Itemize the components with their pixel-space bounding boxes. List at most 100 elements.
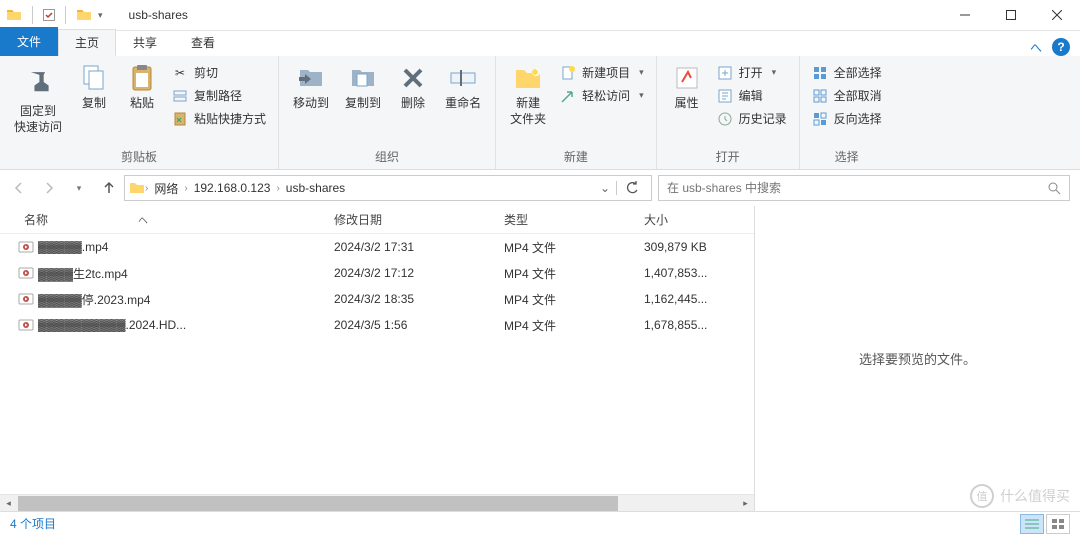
ribbon-group-open: 属性 打开▾ 编辑 历史记录 打开	[657, 56, 800, 169]
col-size[interactable]: 大小	[638, 211, 748, 228]
properties-icon	[671, 62, 703, 94]
edit-button[interactable]: 编辑	[713, 85, 791, 106]
close-button[interactable]	[1034, 0, 1080, 31]
copy-to-button[interactable]: 复制到	[339, 60, 387, 114]
group-label-select: 选择	[808, 146, 886, 167]
content-area: 名称ヘ 修改日期 类型 大小 ▓▓▓▓▓.mp42024/3/2 17:31MP…	[0, 206, 1080, 511]
scissors-icon: ✂	[172, 65, 188, 81]
video-file-icon	[18, 265, 38, 281]
cut-button[interactable]: ✂剪切	[168, 62, 270, 83]
search-input[interactable]	[667, 181, 1041, 195]
search-icon[interactable]	[1047, 181, 1061, 195]
icons-view-button[interactable]	[1046, 514, 1070, 534]
easy-access-button[interactable]: 轻松访问▾	[556, 85, 648, 106]
open-icon	[717, 65, 733, 81]
file-type: MP4 文件	[498, 265, 638, 282]
preview-pane: 选择要预览的文件。	[755, 206, 1080, 511]
col-type[interactable]: 类型	[498, 211, 638, 228]
collapse-ribbon-icon[interactable]: へ	[1030, 39, 1042, 56]
file-type: MP4 文件	[498, 317, 638, 334]
column-headers: 名称ヘ 修改日期 类型 大小	[0, 206, 754, 234]
separator	[65, 6, 66, 24]
folder-icon	[129, 180, 145, 196]
select-none-button[interactable]: 全部取消	[808, 85, 886, 106]
forward-button[interactable]	[40, 179, 58, 197]
tab-view[interactable]: 查看	[174, 29, 232, 56]
move-to-button[interactable]: 移动到	[287, 60, 335, 114]
open-button[interactable]: 打开▾	[713, 62, 791, 83]
delete-button[interactable]: 删除	[391, 60, 435, 114]
rename-button[interactable]: 重命名	[439, 60, 487, 114]
copy-to-icon	[347, 62, 379, 94]
table-row[interactable]: ▓▓▓▓▓.mp42024/3/2 17:31MP4 文件309,879 KB	[0, 234, 754, 260]
scroll-thumb[interactable]	[18, 496, 618, 511]
help-icon[interactable]: ?	[1052, 38, 1070, 56]
easy-access-icon	[560, 88, 576, 104]
new-item-button[interactable]: 新建项目▾	[556, 62, 648, 83]
quick-access-toolbar: ▾	[0, 6, 109, 24]
group-label-clipboard: 剪贴板	[8, 146, 270, 167]
table-row[interactable]: ▓▓▓▓▓停.2023.mp42024/3/2 18:35MP4 文件1,162…	[0, 286, 754, 312]
ribbon-group-organize: 移动到 复制到 删除 重命名 组织	[279, 56, 496, 169]
video-file-icon	[18, 291, 38, 307]
file-type: MP4 文件	[498, 291, 638, 308]
file-size: 1,407,853...	[638, 266, 748, 280]
file-rows: ▓▓▓▓▓.mp42024/3/2 17:31MP4 文件309,879 KB▓…	[0, 234, 754, 494]
pin-icon	[22, 62, 54, 102]
address-bar-row: ▾ › 网络 › 192.168.0.123 › usb-shares ⌄	[0, 170, 1080, 206]
file-name: ▓▓▓▓▓停.2023.mp4	[38, 291, 328, 308]
ribbon-group-clipboard: 固定到 快速访问 复制 粘贴 ✂剪切 复制路径 粘贴快捷方式 剪贴板	[0, 56, 279, 169]
properties-button[interactable]: 属性	[665, 60, 709, 114]
file-type: MP4 文件	[498, 239, 638, 256]
file-date: 2024/3/2 17:31	[328, 240, 498, 254]
maximize-button[interactable]	[988, 0, 1034, 31]
address-dropdown[interactable]: ⌄	[594, 181, 616, 195]
back-button[interactable]	[10, 179, 28, 197]
refresh-button[interactable]	[616, 181, 647, 195]
copy-path-button[interactable]: 复制路径	[168, 85, 270, 106]
tab-share[interactable]: 共享	[116, 29, 174, 56]
pin-quick-access-button[interactable]: 固定到 快速访问	[8, 60, 68, 137]
file-date: 2024/3/2 17:12	[328, 266, 498, 280]
video-file-icon	[18, 239, 38, 255]
details-view-button[interactable]	[1020, 514, 1044, 534]
table-row[interactable]: ▓▓▓▓▓▓▓▓▓▓.2024.HD...2024/3/5 1:56MP4 文件…	[0, 312, 754, 338]
new-folder-button[interactable]: 新建 文件夹	[504, 60, 552, 129]
crumb-network[interactable]: 网络	[148, 180, 184, 197]
edit-icon	[717, 88, 733, 104]
history-button[interactable]: 历史记录	[713, 108, 791, 129]
up-button[interactable]	[100, 179, 118, 197]
search-box[interactable]	[658, 175, 1070, 201]
copy-button[interactable]: 复制	[72, 60, 116, 114]
col-date[interactable]: 修改日期	[328, 211, 498, 228]
paste-icon	[126, 62, 158, 94]
horizontal-scrollbar[interactable]: ◂ ▸	[0, 494, 754, 511]
paste-button[interactable]: 粘贴	[120, 60, 164, 114]
move-to-icon	[295, 62, 327, 94]
qat-checked-icon[interactable]	[43, 9, 55, 21]
scroll-right-button[interactable]: ▸	[737, 495, 754, 512]
recent-locations-button[interactable]: ▾	[70, 179, 88, 197]
window-controls	[942, 0, 1080, 31]
tab-file[interactable]: 文件	[0, 27, 58, 56]
invert-selection-button[interactable]: 反向选择	[808, 108, 886, 129]
minimize-button[interactable]	[942, 0, 988, 31]
file-size: 309,879 KB	[638, 240, 748, 254]
table-row[interactable]: ▓▓▓▓生2tc.mp42024/3/2 17:12MP4 文件1,407,85…	[0, 260, 754, 286]
select-none-icon	[812, 88, 828, 104]
paste-label: 粘贴	[130, 96, 154, 112]
select-all-button[interactable]: 全部选择	[808, 62, 886, 83]
crumb-folder[interactable]: usb-shares	[280, 181, 351, 195]
breadcrumb[interactable]: › 网络 › 192.168.0.123 › usb-shares ⌄	[124, 175, 652, 201]
scroll-left-button[interactable]: ◂	[0, 495, 17, 512]
folder-icon-small[interactable]	[76, 7, 92, 23]
paste-shortcut-icon	[172, 111, 188, 127]
crumb-host[interactable]: 192.168.0.123	[188, 181, 277, 195]
group-label-open: 打开	[665, 146, 791, 167]
qat-dropdown-icon[interactable]: ▾	[98, 10, 103, 21]
title-bar: ▾ usb-shares	[0, 0, 1080, 31]
col-name[interactable]: 名称ヘ	[18, 211, 328, 228]
tab-home[interactable]: 主页	[58, 29, 116, 56]
paste-shortcut-button[interactable]: 粘贴快捷方式	[168, 108, 270, 129]
file-date: 2024/3/2 18:35	[328, 292, 498, 306]
